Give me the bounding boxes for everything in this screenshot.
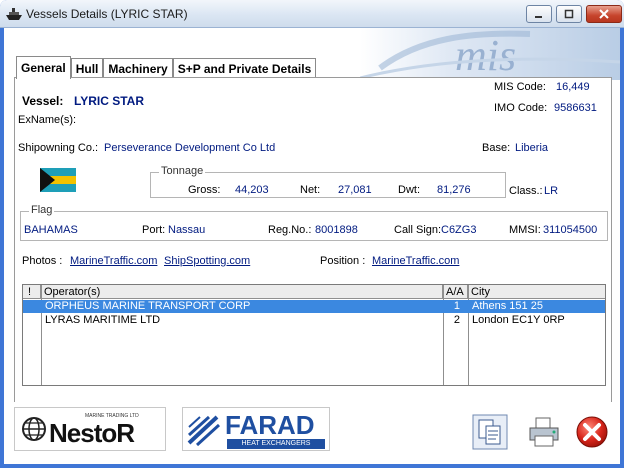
position-label: Position : bbox=[320, 255, 366, 267]
imo-code-label: IMO Code: bbox=[494, 102, 548, 114]
tab-machinery-label: Machinery bbox=[108, 61, 168, 76]
maximize-button[interactable] bbox=[556, 5, 582, 23]
tonnage-legend: Tonnage bbox=[159, 165, 206, 177]
row-city: London EC1Y 0RP bbox=[472, 314, 565, 326]
window-client-area: mis General Hull Machinery S+P and Priva… bbox=[4, 28, 620, 464]
vessel-label: Vessel: bbox=[22, 94, 64, 108]
column-header-flag[interactable]: ! bbox=[23, 285, 41, 299]
tab-hull-label: Hull bbox=[75, 61, 99, 76]
regno-label: Reg.No.: bbox=[268, 224, 312, 236]
copy-documents-button[interactable] bbox=[472, 414, 508, 450]
ship-icon bbox=[6, 8, 22, 20]
tab-machinery[interactable]: Machinery bbox=[103, 58, 173, 78]
port-label: Port: bbox=[142, 224, 166, 236]
close-dialog-button[interactable] bbox=[574, 414, 610, 450]
maximize-icon bbox=[564, 9, 574, 19]
imo-code-value: 9586631 bbox=[554, 102, 597, 114]
base-value: Liberia bbox=[515, 142, 549, 154]
tab-general-label: General bbox=[21, 61, 66, 75]
regno-value: 8001898 bbox=[315, 224, 358, 236]
mis-code-label: MIS Code: bbox=[494, 81, 546, 93]
vessel-details-window: Vessels Details (LYRIC STAR) mis General… bbox=[0, 0, 624, 468]
close-icon bbox=[599, 9, 609, 19]
nestor-logo[interactable]: MARINE TRADING LTD NestoR bbox=[14, 407, 166, 451]
column-header-city[interactable]: City bbox=[468, 285, 605, 299]
close-window-button[interactable] bbox=[586, 5, 622, 23]
tab-general[interactable]: General bbox=[16, 56, 71, 79]
photos-shipspotting-link[interactable]: ShipSpotting.com bbox=[164, 255, 250, 267]
exnames-label: ExName(s): bbox=[18, 114, 77, 126]
row-operator: LYRAS MARITIME LTD bbox=[45, 314, 161, 326]
net-label: Net: bbox=[300, 184, 321, 196]
photos-marinetraffic-link[interactable]: MarineTraffic.com bbox=[70, 255, 157, 267]
dwt-value: 81,276 bbox=[437, 184, 471, 196]
globe-icon bbox=[22, 417, 46, 441]
tab-sp-private-label: S+P and Private Details bbox=[177, 61, 312, 76]
farad-wordmark: FARAD bbox=[225, 410, 315, 440]
callsign-value: C6ZG3 bbox=[441, 224, 477, 236]
operators-table-header: ! Operator(s) A/A City bbox=[23, 285, 605, 299]
row-aa: 1 bbox=[453, 300, 460, 312]
gross-label: Gross: bbox=[188, 184, 221, 196]
farad-emblem-icon bbox=[187, 415, 221, 447]
callsign-label: Call Sign: bbox=[394, 224, 442, 236]
footer-bar: MARINE TRADING LTD NestoR FARAD HEAT EXC… bbox=[4, 402, 620, 464]
row-operator: ORPHEUS MARINE TRANSPORT CORP bbox=[45, 300, 251, 312]
column-header-aa[interactable]: A/A bbox=[443, 285, 468, 299]
class-label: Class.: bbox=[509, 185, 543, 197]
table-row[interactable]: ORPHEUS MARINE TRANSPORT CORP 1 Athens 1… bbox=[23, 300, 605, 313]
svg-text:mis: mis bbox=[455, 31, 516, 80]
mis-code-value: 16,449 bbox=[556, 81, 590, 93]
position-marinetraffic-link[interactable]: MarineTraffic.com bbox=[372, 255, 459, 267]
column-header-operator[interactable]: Operator(s) bbox=[41, 285, 443, 299]
tab-sp-private[interactable]: S+P and Private Details bbox=[172, 58, 317, 78]
shipowning-label: Shipowning Co.: bbox=[18, 142, 99, 154]
minimize-icon bbox=[535, 16, 542, 18]
minimize-button[interactable] bbox=[526, 5, 552, 23]
class-value: LR bbox=[544, 185, 559, 197]
base-label: Base: bbox=[482, 142, 511, 154]
bahamas-flag-icon bbox=[40, 168, 76, 192]
nestor-wordmark: NestoR bbox=[49, 418, 135, 448]
title-bar[interactable]: Vessels Details (LYRIC STAR) bbox=[0, 0, 624, 28]
vessel-name: LYRIC STAR bbox=[74, 94, 145, 108]
operators-table[interactable]: ! Operator(s) A/A City ORPHEUS MARINE TR… bbox=[22, 284, 606, 386]
dwt-label: Dwt: bbox=[398, 184, 420, 196]
mis-banner-logo: mis bbox=[360, 28, 620, 80]
print-button[interactable] bbox=[526, 414, 562, 450]
net-value: 27,081 bbox=[338, 184, 372, 196]
shipowning-value: Perseverance Development Co Ltd bbox=[104, 142, 276, 154]
gross-value: 44,203 bbox=[235, 184, 269, 196]
port-value: Nassau bbox=[168, 224, 206, 236]
flag-legend: Flag bbox=[29, 204, 55, 216]
mmsi-value: 311054500 bbox=[543, 224, 598, 236]
tab-hull[interactable]: Hull bbox=[70, 58, 104, 78]
photos-label: Photos : bbox=[22, 255, 63, 267]
mmsi-label: MMSI: bbox=[509, 224, 541, 236]
farad-logo[interactable]: FARAD HEAT EXCHANGERS bbox=[182, 407, 330, 451]
farad-subtitle: HEAT EXCHANGERS bbox=[227, 439, 325, 449]
flag-country: BAHAMAS bbox=[24, 224, 78, 236]
row-aa: 2 bbox=[453, 314, 460, 326]
tab-strip: General Hull Machinery S+P and Private D… bbox=[16, 56, 317, 79]
row-city: Athens 151 25 bbox=[472, 300, 543, 312]
table-row[interactable]: LYRAS MARITIME LTD 2 London EC1Y 0RP bbox=[23, 314, 605, 327]
window-title: Vessels Details (LYRIC STAR) bbox=[26, 7, 188, 21]
